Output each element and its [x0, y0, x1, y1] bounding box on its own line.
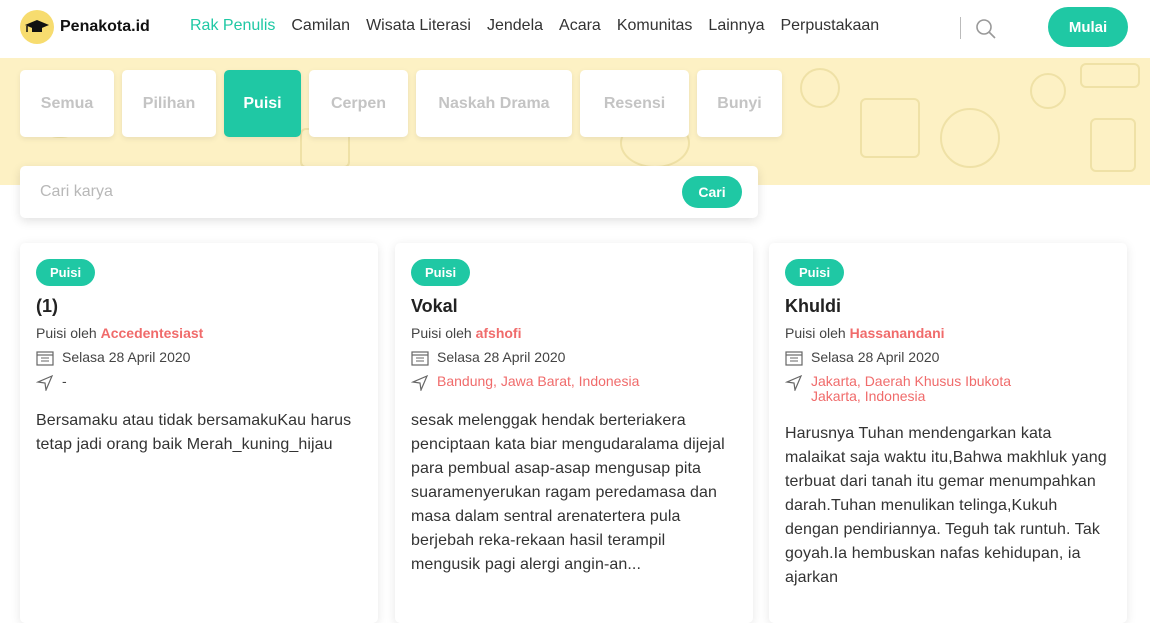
nav-acara[interactable]: Acara	[559, 17, 601, 35]
search-bar: Cari	[20, 166, 758, 218]
logo-icon	[20, 10, 54, 44]
tab-naskah-drama[interactable]: Naskah Drama	[416, 70, 572, 137]
card-author: Puisi oleh Hassanandani	[785, 325, 1111, 341]
banner-doodle	[1030, 73, 1066, 109]
author-prefix: Puisi oleh	[411, 325, 472, 341]
main-nav: Rak Penulis Camilan Wisata Literasi Jend…	[190, 17, 895, 35]
card-location-row: Jakarta, Daerah Khusus Ibukota Jakarta, …	[785, 374, 1111, 404]
nav-divider	[960, 17, 961, 39]
card-location[interactable]: Jakarta, Daerah Khusus Ibukota Jakarta, …	[811, 374, 1051, 404]
tab-bunyi[interactable]: Bunyi	[697, 70, 782, 137]
author-link[interactable]: afshofi	[476, 325, 522, 341]
author-prefix: Puisi oleh	[785, 325, 846, 341]
nav-lainnya[interactable]: Lainnya	[708, 17, 764, 35]
cari-button[interactable]: Cari	[682, 176, 742, 208]
mulai-button[interactable]: Mulai	[1048, 7, 1128, 47]
card-location-row: Bandung, Jawa Barat, Indonesia	[411, 374, 737, 391]
card-title[interactable]: Vokal	[411, 296, 737, 317]
logo-text: Penakota.id	[60, 18, 150, 35]
card-excerpt: Harusnya Tuhan mendengarkan kata malaika…	[785, 425, 1107, 586]
author-link[interactable]: Hassanandani	[850, 325, 945, 341]
card-location: -	[62, 373, 67, 389]
author-link[interactable]: Accedentesiast	[101, 325, 204, 341]
category-badge[interactable]: Puisi	[785, 259, 845, 286]
nav-perpustakaan[interactable]: Perpustakaan	[780, 17, 879, 35]
poem-card[interactable]: Puisi (1) Puisi oleh Accedentesiast Sela…	[20, 243, 378, 623]
banner-doodle	[940, 108, 1000, 168]
banner-doodle	[860, 98, 920, 158]
card-date: Selasa 28 April 2020	[811, 349, 940, 365]
poem-card[interactable]: Puisi Khuldi Puisi oleh Hassanandani Sel…	[769, 243, 1127, 623]
banner-doodle	[1090, 118, 1136, 172]
tab-resensi[interactable]: Resensi	[580, 70, 689, 137]
tab-cerpen[interactable]: Cerpen	[309, 70, 408, 137]
search-input[interactable]	[40, 180, 640, 204]
author-prefix: Puisi oleh	[36, 325, 97, 341]
nav-camilan[interactable]: Camilan	[291, 17, 350, 35]
card-date-row: Selasa 28 April 2020	[785, 349, 1111, 366]
location-arrow-icon	[411, 375, 429, 391]
card-location[interactable]: Bandung, Jawa Barat, Indonesia	[437, 374, 639, 389]
search-icon[interactable]	[975, 18, 997, 40]
card-author: Puisi oleh Accedentesiast	[36, 325, 362, 341]
nav-jendela[interactable]: Jendela	[487, 17, 543, 35]
calendar-icon	[36, 351, 54, 366]
nav-wisata-literasi[interactable]: Wisata Literasi	[366, 17, 471, 35]
card-date: Selasa 28 April 2020	[62, 349, 191, 365]
calendar-icon	[411, 351, 429, 366]
card-date-row: Selasa 28 April 2020	[411, 349, 737, 366]
card-excerpt: Bersamaku atau tidak bersamakuKau harus …	[36, 412, 352, 453]
nav-rak-penulis[interactable]: Rak Penulis	[190, 17, 275, 35]
banner-doodle	[800, 68, 840, 108]
calendar-icon	[785, 351, 803, 366]
category-badge[interactable]: Puisi	[411, 259, 471, 286]
card-title[interactable]: (1)	[36, 296, 362, 317]
card-excerpt: sesak melenggak hendak berteriakera penc…	[411, 412, 725, 573]
card-author: Puisi oleh afshofi	[411, 325, 737, 341]
tab-semua[interactable]: Semua	[20, 70, 114, 137]
top-header: Penakota.id Rak Penulis Camilan Wisata L…	[0, 0, 1150, 58]
tab-pilihan[interactable]: Pilihan	[122, 70, 216, 137]
tab-puisi[interactable]: Puisi	[224, 70, 301, 137]
site-logo[interactable]: Penakota.id	[20, 10, 150, 44]
category-tabs: Semua Pilihan Puisi Cerpen Naskah Drama …	[20, 70, 782, 137]
banner-doodle	[1080, 63, 1140, 88]
category-badge[interactable]: Puisi	[36, 259, 96, 286]
nav-komunitas[interactable]: Komunitas	[617, 17, 693, 35]
card-date: Selasa 28 April 2020	[437, 349, 566, 365]
location-arrow-icon	[36, 375, 54, 391]
location-arrow-icon	[785, 375, 803, 391]
poem-card[interactable]: Puisi Vokal Puisi oleh afshofi Selasa 28…	[395, 243, 753, 623]
card-location-row: -	[36, 374, 362, 391]
card-title[interactable]: Khuldi	[785, 296, 1111, 317]
card-date-row: Selasa 28 April 2020	[36, 349, 362, 366]
